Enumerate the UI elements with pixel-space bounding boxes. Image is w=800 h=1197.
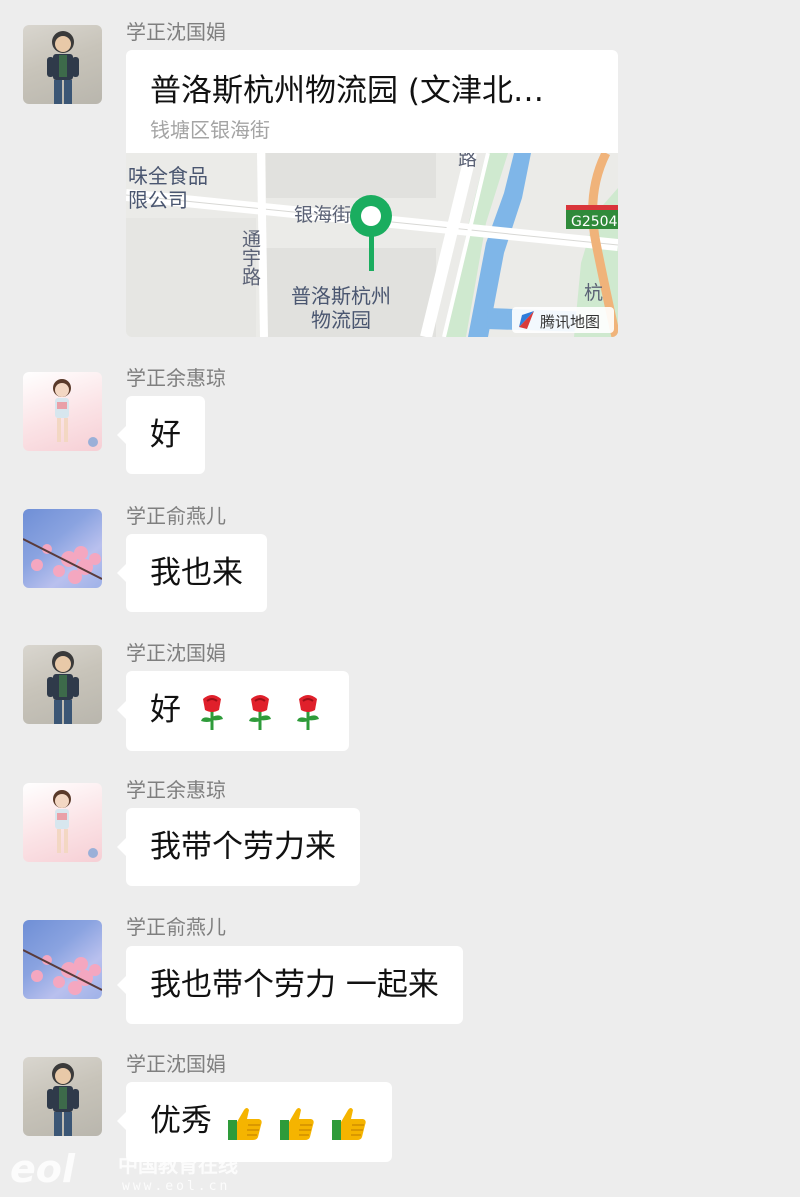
- location-title: 普洛斯杭州物流园 (文津北…: [150, 73, 544, 109]
- map-provider-label: 腾讯地图: [540, 313, 600, 331]
- message-bubble[interactable]: 我也带个劳力 一起来: [117, 946, 463, 1024]
- map-road-label-yinhai: 银海街: [294, 204, 351, 226]
- avatar[interactable]: [23, 25, 102, 104]
- avatar-yu-image: [53, 379, 98, 447]
- avatar[interactable]: [23, 509, 102, 588]
- message-text: 我带个劳力来: [150, 829, 336, 865]
- location-subtitle: 钱塘区银海街: [150, 118, 270, 142]
- sender-name: 学正沈国娟: [126, 1052, 226, 1076]
- map-poi-company-line2: 限公司: [128, 188, 188, 212]
- map-road-label-lu: 路: [458, 153, 477, 170]
- sender-name: 学正余惠琼: [126, 778, 226, 802]
- avatar[interactable]: [23, 783, 102, 862]
- watermark-logo: eol: [10, 1148, 76, 1191]
- sender-name: 学正沈国娟: [126, 641, 226, 665]
- rose-emoji: [200, 694, 223, 730]
- thumbs-up-emoji: [227, 1107, 262, 1140]
- watermark-cn-text: 中国教育在线: [118, 1153, 238, 1177]
- message-text: 我也来: [150, 555, 243, 591]
- avatar-shen-image: [47, 31, 79, 104]
- eol-watermark: eol 中国教育在线 www.eol.cn: [10, 1148, 238, 1194]
- sender-name: 学正沈国娟: [126, 20, 226, 44]
- map-road-label-tongyu: 通宇路: [239, 229, 261, 286]
- message-bubble[interactable]: 我带个劳力来: [117, 808, 360, 886]
- avatar[interactable]: [23, 920, 102, 999]
- avatar[interactable]: [23, 1057, 102, 1136]
- avatar-yan-image: [23, 949, 102, 995]
- thumbs-up-emoji: [279, 1107, 314, 1140]
- sender-name: 学正俞燕儿: [126, 504, 226, 528]
- avatar-shen-image: [47, 1063, 79, 1136]
- map-road-label-hang: 杭: [584, 282, 603, 304]
- message-bubble[interactable]: 好: [117, 396, 205, 474]
- avatar[interactable]: [23, 372, 102, 451]
- avatar-yu-image: [53, 790, 98, 858]
- thumbs-up-emoji: [331, 1107, 366, 1140]
- map-preview[interactable]: G2504 味全食品 限公司 银海街 通宇路 路 杭 普洛斯杭州 物流园 腾讯地…: [126, 153, 618, 337]
- message-text: 好: [150, 692, 181, 728]
- sender-name: 学正余惠琼: [126, 366, 226, 390]
- message-text: 我也带个劳力 一起来: [150, 967, 439, 1003]
- location-card[interactable]: 普洛斯杭州物流园 (文津北… 钱塘区银海街 G2504 味全食品 限公司 银海街…: [126, 50, 618, 337]
- avatar-shen-image: [47, 651, 79, 724]
- avatar-yan-image: [23, 538, 102, 584]
- message-bubble[interactable]: 我也来: [117, 534, 267, 612]
- message-bubble[interactable]: 好: [117, 671, 349, 751]
- rose-emoji: [248, 694, 271, 730]
- tencent-map-logo: 腾讯地图: [512, 307, 614, 333]
- message-text: 好: [150, 417, 181, 453]
- message-text: 优秀: [150, 1103, 212, 1139]
- map-road-tongyu: [257, 153, 268, 337]
- avatar[interactable]: [23, 645, 102, 724]
- sender-name: 学正俞燕儿: [126, 915, 226, 939]
- map-place-label-line1: 普洛斯杭州: [291, 284, 391, 308]
- map-place-label-line2: 物流园: [311, 308, 371, 332]
- watermark-url: www.eol.cn: [122, 1179, 230, 1194]
- map-poi-company-line1: 味全食品: [128, 164, 208, 188]
- highway-shield-label: G2504: [571, 214, 618, 230]
- rose-emoji: [296, 694, 319, 730]
